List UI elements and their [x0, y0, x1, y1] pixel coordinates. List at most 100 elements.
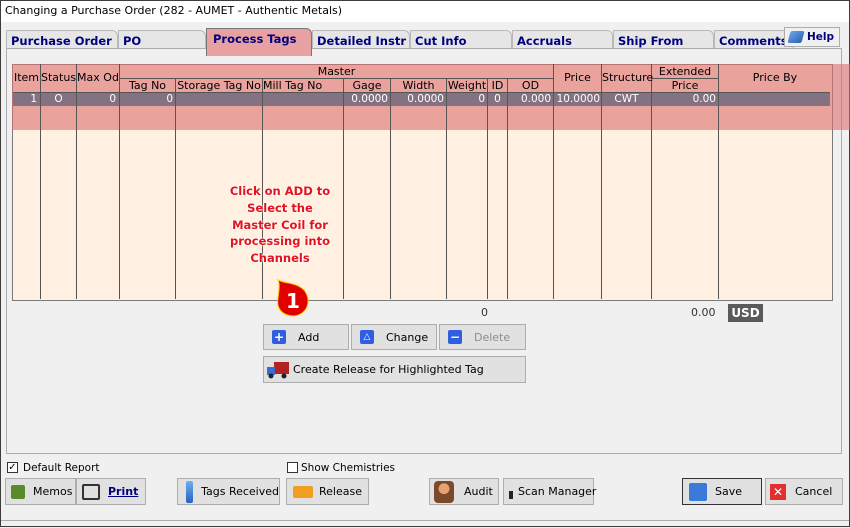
callout-line: Click on ADD to [229, 184, 331, 198]
header-status[interactable]: Status [41, 71, 76, 84]
cell-structure: CWT [614, 93, 639, 105]
save-button[interactable]: Save [682, 478, 762, 505]
cell-od: 0.000 [520, 93, 551, 105]
tab-label: Ship From [618, 34, 684, 48]
delete-label: Delete [474, 330, 511, 344]
save-label: Save [715, 485, 743, 498]
cell-item: 1 [30, 93, 37, 105]
callout-line: Master Coil for [232, 217, 328, 232]
memos-button[interactable]: Memos [5, 478, 76, 505]
header-id[interactable]: ID [488, 79, 507, 92]
column-divider [507, 78, 508, 299]
tab-label: Purchase Order [11, 34, 112, 48]
help-button[interactable]: Help [784, 27, 840, 47]
audit-label: Audit [464, 485, 493, 498]
header-price-by[interactable]: Price By [719, 71, 831, 84]
minus-icon: − [448, 330, 462, 344]
add-button[interactable]: + Add [263, 324, 349, 350]
tab-purchase-order[interactable]: Purchase Order [6, 30, 118, 48]
column-divider [446, 78, 447, 299]
tab-process-tags[interactable]: Process Tags [206, 28, 312, 56]
detective-icon [434, 480, 454, 503]
tab-label: Process Tags [213, 32, 297, 46]
title-bar: Changing a Purchase Order (282 - AUMET -… [0, 0, 850, 23]
printer-icon [82, 483, 100, 500]
print-button[interactable]: Print [76, 478, 146, 505]
column-divider [175, 78, 176, 299]
step-badge-number: 1 [286, 289, 300, 313]
header-extended-price[interactable]: Price [652, 79, 718, 92]
close-icon: ✕ [770, 483, 786, 500]
tab-detailed-instr[interactable]: Detailed Instr [312, 30, 410, 48]
tab-label: Detailed Instr [317, 34, 407, 48]
cell-extended-price: 0.00 [692, 93, 716, 105]
tab-comments[interactable]: Comments [714, 30, 794, 48]
show-chemistries-label: Show Chemistries [301, 462, 396, 474]
file-cabinet-icon [186, 480, 194, 503]
cancel-label: Cancel [795, 485, 833, 498]
cell-tag-no: 0 [166, 93, 173, 105]
header-weight[interactable]: Weight [447, 79, 487, 92]
help-label: Help [807, 31, 835, 43]
cell-gage: 0.0000 [351, 93, 388, 105]
tab-label: Comments [719, 34, 788, 48]
column-divider [390, 78, 391, 299]
tags-received-label: Tags Received [201, 485, 279, 498]
scan-manager-label: Scan Manager [518, 485, 597, 498]
truck-icon [267, 361, 289, 378]
change-button[interactable]: △ Change [351, 324, 437, 350]
create-release-button[interactable]: Create Release for Highlighted Tag [263, 356, 526, 383]
memo-book-icon [11, 484, 25, 499]
header-item[interactable]: Item [13, 71, 40, 84]
callout-line: Select the [247, 200, 313, 215]
help-book-icon [787, 31, 805, 43]
tab-cut-info[interactable]: Cut Info [410, 30, 512, 48]
header-tag-no[interactable]: Tag No [120, 79, 175, 92]
currency-badge: USD [728, 304, 763, 322]
header-max-od[interactable]: Max Od [77, 71, 119, 84]
truck-icon [293, 485, 313, 498]
header-structure[interactable]: Structure [602, 71, 653, 84]
header-storage-tag-no[interactable]: Storage Tag No [176, 79, 262, 92]
header-price[interactable]: Price [554, 71, 601, 84]
header-mill-tag-no[interactable]: Mill Tag No [263, 79, 343, 92]
default-report-label: Default Report [23, 462, 100, 474]
tab-ship-from[interactable]: Ship From [613, 30, 714, 48]
window-title: Changing a Purchase Order (282 - AUMET -… [5, 4, 343, 17]
create-release-label: Create Release for Highlighted Tag [293, 363, 484, 376]
default-report-checkbox[interactable]: ✓ [7, 462, 18, 473]
header-od[interactable]: OD [508, 79, 553, 92]
scanner-icon [509, 490, 513, 499]
delete-button[interactable]: − Delete [439, 324, 526, 350]
callout-line: processing into [229, 234, 330, 249]
column-divider [487, 78, 488, 299]
save-disk-icon [689, 482, 707, 501]
change-label: Change [386, 330, 429, 344]
cell-mill-tag-no [263, 93, 341, 106]
tab-accruals[interactable]: Accruals [512, 30, 613, 48]
cell-price: 10.0000 [556, 93, 600, 105]
header-width[interactable]: Width [391, 79, 446, 92]
step-badge-icon: 1 [276, 278, 309, 317]
release-button[interactable]: Release [286, 478, 369, 505]
cell-storage-tag-no [176, 93, 260, 106]
print-label: Print [108, 485, 139, 498]
audit-button[interactable]: Audit [429, 478, 499, 505]
show-chemistries-checkbox[interactable] [287, 462, 298, 473]
cancel-button[interactable]: ✕ Cancel [765, 478, 843, 505]
header-extended[interactable]: Extended [652, 65, 718, 78]
cell-max-od: 0 [109, 93, 116, 105]
release-label: Release [319, 485, 362, 498]
tab-po-instructions[interactable]: PO Instructions [118, 30, 206, 62]
cell-width: 0.0000 [407, 93, 444, 105]
scan-manager-button[interactable]: Scan Manager [503, 478, 597, 505]
tags-received-button[interactable]: Tags Received [177, 478, 280, 505]
tab-label: Accruals [517, 34, 572, 48]
cell-price-by [719, 93, 829, 106]
cell-id: 0 [494, 93, 501, 105]
instruction-callout: Click on ADD to Select the Master Coil f… [210, 183, 350, 267]
header-gage[interactable]: Gage [344, 79, 390, 92]
cell-weight: 0 [478, 93, 485, 105]
header-master-group: Master [317, 65, 356, 78]
tab-label: Cut Info [415, 34, 467, 48]
